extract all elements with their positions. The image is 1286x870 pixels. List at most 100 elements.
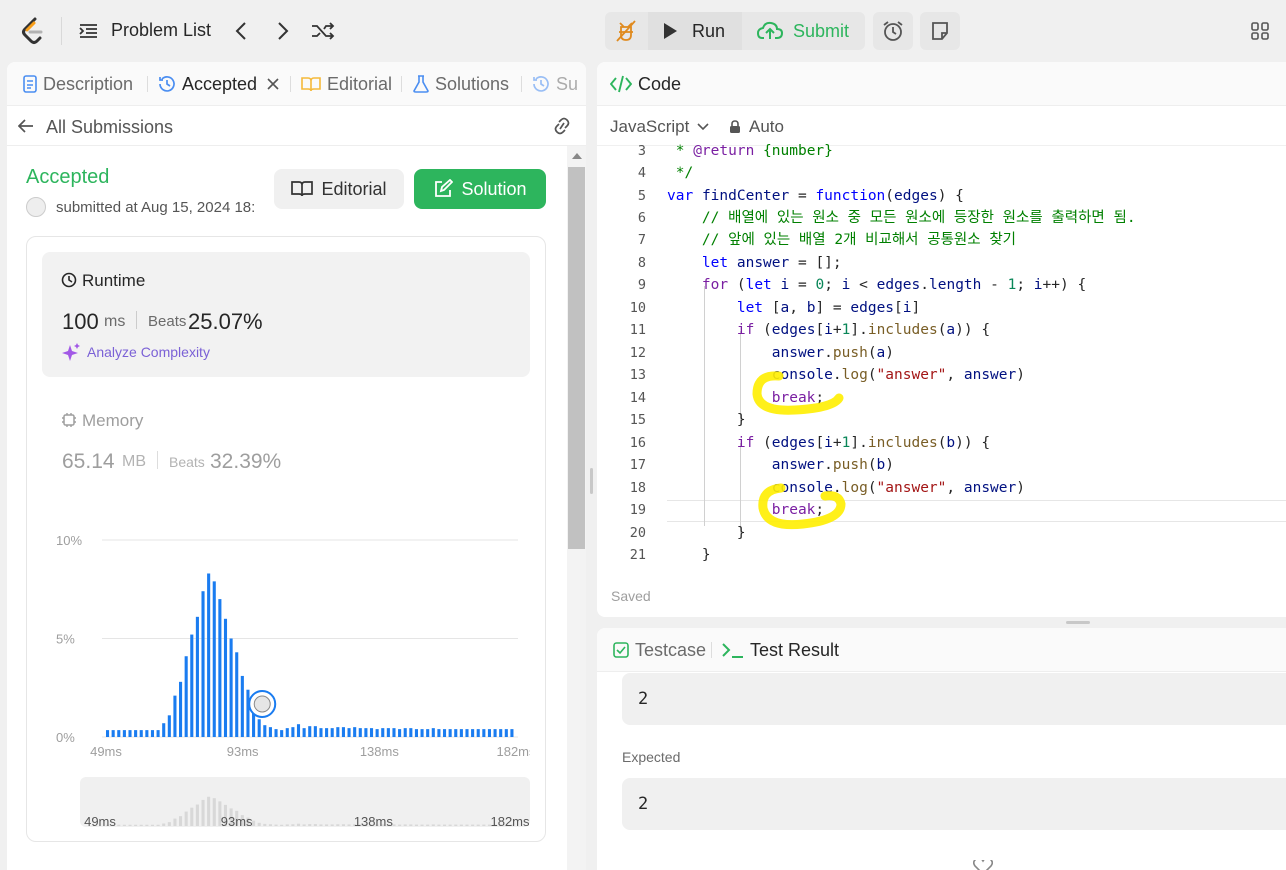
tab-separator: [290, 76, 291, 92]
overview-tick-label: 93ms: [221, 814, 253, 829]
overview-bar: [156, 824, 160, 826]
note-icon[interactable]: [920, 12, 960, 50]
arrow-left-icon[interactable]: [16, 116, 36, 136]
memory-box[interactable]: [42, 392, 530, 492]
tab-editorial[interactable]: Editorial: [301, 62, 392, 106]
tab-testcase[interactable]: Testcase: [613, 628, 706, 672]
overview-bar: [280, 824, 284, 826]
vertical-resize-handle[interactable]: [590, 468, 593, 494]
overview-bar: [212, 798, 216, 826]
histogram-bar: [207, 573, 211, 737]
play-icon: [664, 23, 677, 39]
histogram-bar: [341, 727, 345, 737]
list-icon[interactable]: [78, 22, 98, 40]
run-button[interactable]: Run: [662, 12, 725, 50]
scroll-up-arrow-icon[interactable]: [572, 153, 582, 159]
tab-solutions[interactable]: Solutions: [413, 62, 509, 106]
expected-value: 2: [638, 794, 649, 814]
histogram-bar: [499, 729, 503, 737]
tab-accepted-label: Accepted: [182, 73, 258, 94]
chip-icon: [61, 412, 77, 428]
line-number: 18: [629, 480, 646, 496]
debug-icon[interactable]: [612, 18, 640, 44]
line-number: 3: [637, 143, 646, 159]
x-tick-label: 49ms: [90, 744, 122, 759]
histogram-bar: [128, 730, 132, 737]
histogram-bar: [134, 730, 138, 737]
problem-list-link[interactable]: Problem List: [111, 20, 211, 41]
histogram-bar: [392, 728, 396, 737]
runtime-value: 100: [62, 309, 99, 334]
layout-grid-icon[interactable]: [1248, 20, 1272, 42]
y-tick-label: 0%: [56, 730, 75, 745]
overview-bar: [257, 822, 261, 826]
histogram-bar: [487, 729, 492, 737]
overview-bar: [162, 823, 166, 826]
histogram-bar: [325, 728, 329, 737]
heart-icon[interactable]: [972, 860, 994, 870]
tab-accepted[interactable]: Accepted: [158, 62, 279, 106]
histogram-bar: [369, 728, 374, 737]
chevron-right-icon[interactable]: [272, 20, 294, 42]
avatar[interactable]: [26, 197, 46, 217]
histogram-bar: [184, 656, 188, 737]
x-tick-label: 182ms: [496, 744, 530, 759]
shuffle-icon[interactable]: [310, 20, 336, 42]
code-line-4: */: [675, 165, 694, 181]
histogram-bar: [235, 652, 239, 737]
overview-bar: [184, 811, 188, 826]
submit-button[interactable]: Submit: [757, 12, 849, 50]
all-submissions-link[interactable]: All Submissions: [46, 117, 173, 138]
memory-beats-value: 32.39%: [210, 450, 282, 473]
chevron-left-icon[interactable]: [230, 20, 252, 42]
solution-button[interactable]: Solution: [414, 169, 546, 209]
histogram-bar: [296, 724, 301, 737]
histogram-bar: [313, 726, 317, 737]
editorial-button[interactable]: Editorial: [274, 169, 404, 209]
histogram-bar: [414, 729, 418, 737]
resize-handle[interactable]: [1066, 621, 1090, 624]
overview-bar: [291, 824, 295, 826]
link-icon[interactable]: [550, 115, 574, 137]
histogram-bar: [173, 695, 177, 737]
runtime-distribution-chart[interactable]: 10% 5% 0% 49ms 93ms 138ms 182ms 49ms 93ms 138ms 18…: [42, 520, 530, 830]
overview-bar: [414, 824, 418, 826]
alarm-clock-icon[interactable]: [873, 12, 913, 50]
overview-bar: [134, 824, 138, 826]
histogram-bar: [358, 728, 362, 737]
overview-bar: [330, 824, 334, 826]
language-select[interactable]: JavaScript: [610, 117, 709, 137]
overview-bar: [426, 824, 430, 826]
left-scrollbar-thumb[interactable]: [568, 167, 585, 549]
histogram-bar: [476, 729, 480, 737]
overview-bar: [454, 824, 458, 826]
analyze-complexity-link[interactable]: Analyze Complexity: [87, 344, 210, 360]
leetcode-logo-icon[interactable]: [20, 16, 46, 46]
overview-bar: [167, 822, 171, 826]
yellow-highlight-annotation: [752, 371, 846, 530]
histogram-bar: [465, 729, 469, 737]
auto-mode[interactable]: Auto: [729, 117, 784, 137]
histogram-bar: [336, 727, 340, 737]
memory-unit: MB: [122, 453, 146, 470]
tab-test-result[interactable]: Test Result: [722, 628, 839, 672]
close-icon[interactable]: [267, 78, 279, 90]
overview-bar: [302, 824, 306, 826]
overview-bar: [325, 824, 329, 826]
tab-code[interactable]: Code: [610, 62, 681, 106]
tab-submissions[interactable]: Su: [532, 62, 578, 106]
overview-bar: [117, 824, 121, 826]
saved-status: Saved: [611, 588, 651, 604]
line-number: 16: [629, 435, 646, 451]
histogram-bar: [353, 727, 357, 737]
tab-description[interactable]: Description: [23, 62, 133, 106]
histogram-bar: [195, 616, 199, 737]
histogram-bar: [156, 730, 160, 737]
tab-separator: [401, 76, 402, 92]
output-value-box: 2: [622, 673, 1286, 725]
x-tick-label: 93ms: [227, 744, 259, 759]
output-value: 2: [638, 689, 649, 709]
overview-bar: [263, 823, 267, 826]
terminal-icon: [722, 643, 743, 658]
code-line-8: let answer = [];: [701, 255, 842, 271]
